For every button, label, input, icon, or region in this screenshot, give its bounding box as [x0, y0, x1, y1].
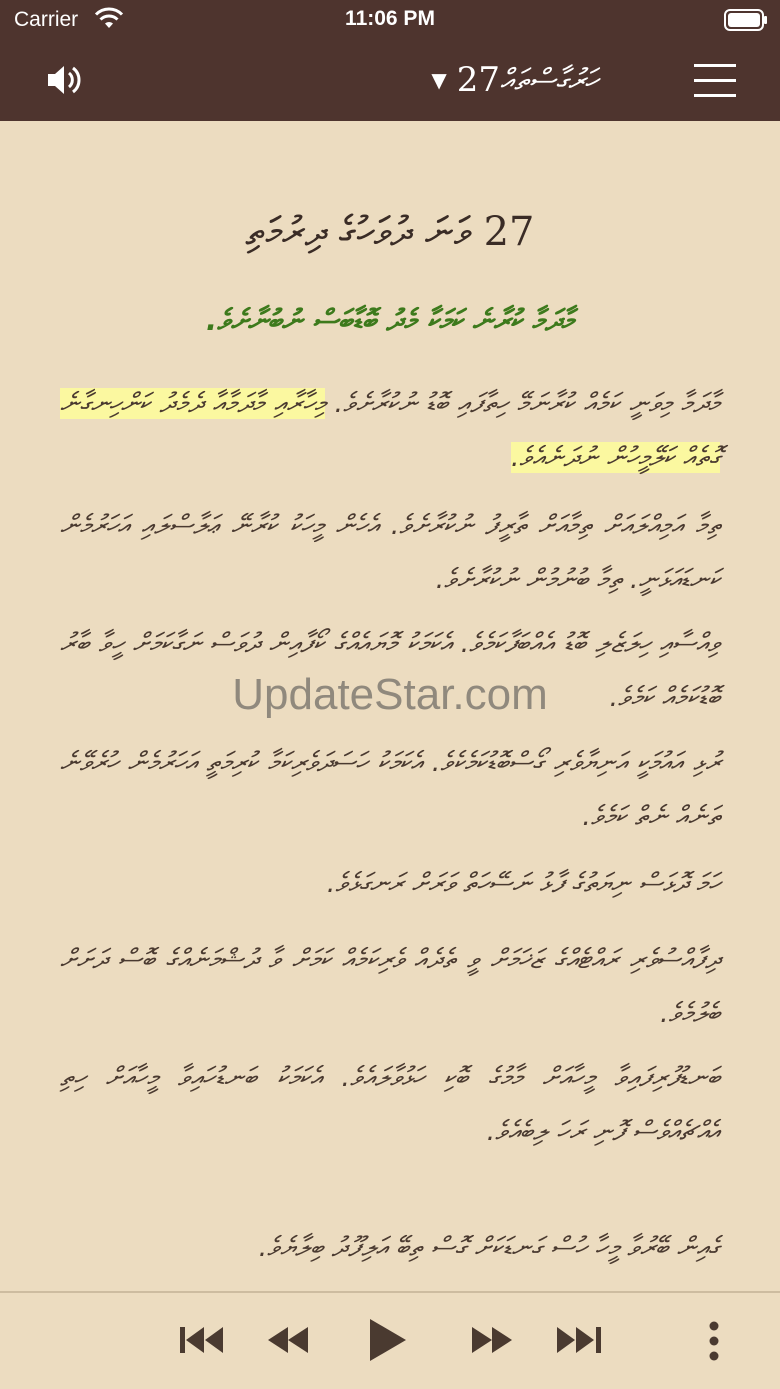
verse-item[interactable]: ގެއިން ބޭރުވާ މީހާ ހުސް ގަނޑަކަށް ގޮސް ތ… [60, 1221, 720, 1275]
rewind-icon[interactable] [268, 1327, 308, 1353]
nav-bar: ▼ 27 ހަރުގާސްތައް [0, 40, 780, 121]
verse-text: ރުޅި އައުމަކީ އަނިޔާވެރި ގޯސްބޮޑުކަމެކެވ… [60, 747, 720, 832]
verse-text: ދިފާއްސުވެރި ރައްޓެއްގެ ޒަޚަމަށް ވީ ތެދެ… [60, 944, 720, 1029]
chapter-heading: 27 ވަނަ ދުވަހުގެ ދިރުމަތި [245, 209, 535, 255]
battery-icon [724, 9, 768, 37]
verse-text: ތިމާ އަމިއްލައަށް ތިމާއަށް ތާރީފު ނުކުރާ… [60, 510, 720, 595]
verse-text: ބަނޑުފުރިފައިވާ މީހާއަށް މާމުގެ ބޮކި ހަޅ… [60, 1062, 720, 1147]
section-heading: މާދަމާ ކުރާނެ ކަމަކާ މެދު ބޮޑާބަސް ނުބުނ… [206, 303, 574, 337]
more-vertical-icon[interactable] [708, 1321, 720, 1361]
chapter-number: 27 [456, 60, 500, 100]
verse-text: މާދަމާ މިވަނީ ކަމެއް ކުރާނަމޭ ހިތާފައި ބ… [334, 388, 720, 419]
status-bar: Carrier 11:06 PM [0, 0, 780, 40]
verse-text: ހަމަ ދޮޅަސް ނިޔަތުގެ ފާޅު ނަސޭހަތް ވަރަށ… [326, 868, 720, 899]
play-icon[interactable] [370, 1319, 406, 1361]
hamburger-menu-icon[interactable] [694, 64, 736, 109]
status-time: 11:06 PM [345, 7, 435, 30]
book-title[interactable]: ހަރުގާސްތައް [500, 58, 650, 102]
fast-forward-icon[interactable] [472, 1327, 512, 1353]
chapter-selector[interactable]: ▼ 27 [431, 58, 500, 102]
chevron-down-icon: ▼ [431, 68, 447, 92]
verse-item[interactable]: ތިމާ އަމިއްލައަށް ތިމާއަށް ތާރީފު ނުކުރާ… [60, 499, 720, 607]
speaker-icon[interactable] [46, 63, 82, 101]
skip-back-icon[interactable] [180, 1327, 224, 1353]
verse-item[interactable]: ރުޅި އައުމަކީ އަނިޔާވެރި ގޯސްބޮޑުކަމެކެވ… [60, 736, 720, 844]
verse-item[interactable]: ހަމަ ދޮޅަސް ނިޔަތުގެ ފާޅު ނަސޭހަތް ވަރަށ… [60, 857, 720, 911]
skip-forward-icon[interactable] [557, 1327, 601, 1353]
watermark: UpdateStar.com [232, 670, 548, 719]
verse-item[interactable]: ދިފާއްސުވެރި ރައްޓެއްގެ ޒަޚަމަށް ވީ ތެދެ… [60, 933, 720, 1041]
reading-content[interactable]: 27 ވަނަ ދުވަހުގެ ދިރުމަތި މާދަމާ ކުރާނެ … [0, 121, 780, 1291]
verse-text: ގެއިން ބޭރުވާ މީހާ ހުސް ގަނޑަކަށް ގޮސް ތ… [258, 1232, 720, 1263]
verse-item[interactable]: މާދަމާ މިވަނީ ކަމެއް ކުރާނަމޭ ހިތާފައި ބ… [60, 377, 720, 485]
audio-player-bar [0, 1291, 780, 1389]
verse-item[interactable]: ބަނޑުފުރިފައިވާ މީހާއަށް މާމުގެ ބޮކި ހަޅ… [60, 1051, 720, 1159]
